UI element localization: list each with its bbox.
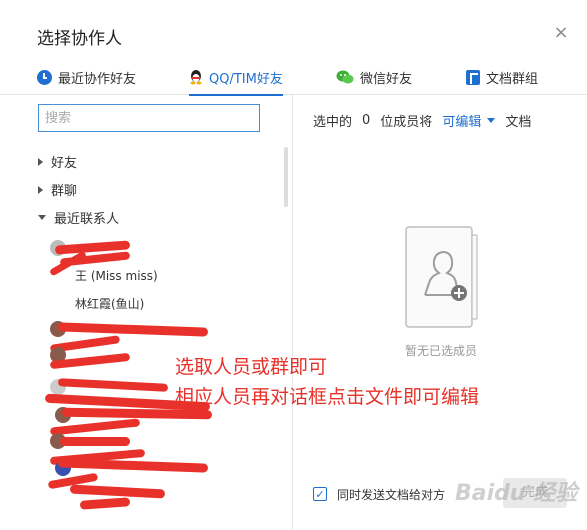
redaction-mark — [57, 458, 209, 473]
search-input[interactable] — [38, 104, 260, 132]
send-doc-checkbox[interactable]: ✓ — [313, 487, 327, 501]
tab-bar: 最近协作好友 QQ/TIM好友 微信好友 文档群组 — [0, 58, 587, 96]
group-label: 好友 — [51, 156, 78, 171]
qq-penguin-icon — [190, 70, 202, 85]
send-doc-checkbox-label: 同时发送文档给对方 — [337, 488, 446, 502]
redaction-mark — [57, 378, 169, 392]
expand-arrow-icon — [38, 157, 43, 166]
tab-qq-tim-friends[interactable]: QQ/TIM好友 — [189, 62, 283, 96]
empty-person-card-icon — [405, 226, 478, 328]
redaction-mark — [79, 497, 131, 510]
scrollbar[interactable] — [284, 147, 288, 207]
selection-prefix: 选中的 — [313, 115, 353, 130]
tab-recent-collaborators[interactable]: 最近协作好友 — [37, 62, 136, 92]
doc-group-icon — [466, 69, 480, 85]
redaction-mark — [69, 484, 166, 499]
annotation-line-1: 选取人员或群即可 — [175, 356, 328, 378]
annotation-line-2: 相应人员再对话框点击文件即可编辑 — [175, 386, 480, 408]
group-chats[interactable]: 群聊 — [38, 180, 77, 199]
tab-label: QQ/TIM好友 — [209, 71, 283, 87]
expand-arrow-icon — [38, 185, 43, 194]
selection-suffix: 位成员将 — [380, 115, 433, 130]
permission-dropdown[interactable]: 可编辑 — [442, 111, 496, 130]
collapse-arrow-icon — [38, 215, 46, 220]
tab-label: 最近协作好友 — [58, 71, 137, 87]
clock-icon — [37, 69, 52, 85]
group-label: 最近联系人 — [54, 212, 120, 227]
selection-count: 0 — [362, 113, 371, 128]
selection-summary: 选中的 0 位成员将 可编辑 文档 — [313, 111, 531, 130]
redaction-mark — [57, 322, 209, 337]
group-label: 群聊 — [51, 184, 78, 199]
tab-wechat-friends[interactable]: 微信好友 — [336, 62, 412, 92]
contact-item[interactable]: 王 (Miss miss) — [75, 267, 158, 284]
tab-label: 文档群组 — [486, 71, 539, 87]
chevron-down-icon — [487, 118, 496, 123]
contact-item[interactable]: 林红霞(鱼山) — [75, 295, 144, 312]
redaction-mark — [60, 437, 130, 446]
selection-target: 文档 — [505, 115, 532, 130]
selected-members-panel: 选中的 0 位成员将 可编辑 文档 暂无已选成员 ✓ 同时发送文档给对方 完成 — [293, 95, 587, 530]
baidu-jingyan-watermark: Baidu 经验 — [455, 481, 578, 506]
group-recent-contacts[interactable]: 最近联系人 — [38, 208, 119, 227]
empty-state-text: 暂无已选成员 — [405, 344, 478, 358]
permission-label: 可编辑 — [442, 115, 482, 130]
tab-label: 微信好友 — [360, 71, 413, 87]
dialog-title: 选择协作人 — [37, 29, 122, 49]
close-icon[interactable]: × — [550, 22, 572, 44]
wechat-icon — [336, 70, 354, 84]
contact-list-panel: 好友 群聊 最近联系人 王 (Miss miss) 林红霞(鱼山) — [0, 95, 293, 530]
redaction-mark — [61, 407, 213, 420]
group-friends[interactable]: 好友 — [38, 152, 77, 171]
tab-doc-groups[interactable]: 文档群组 — [466, 62, 538, 92]
